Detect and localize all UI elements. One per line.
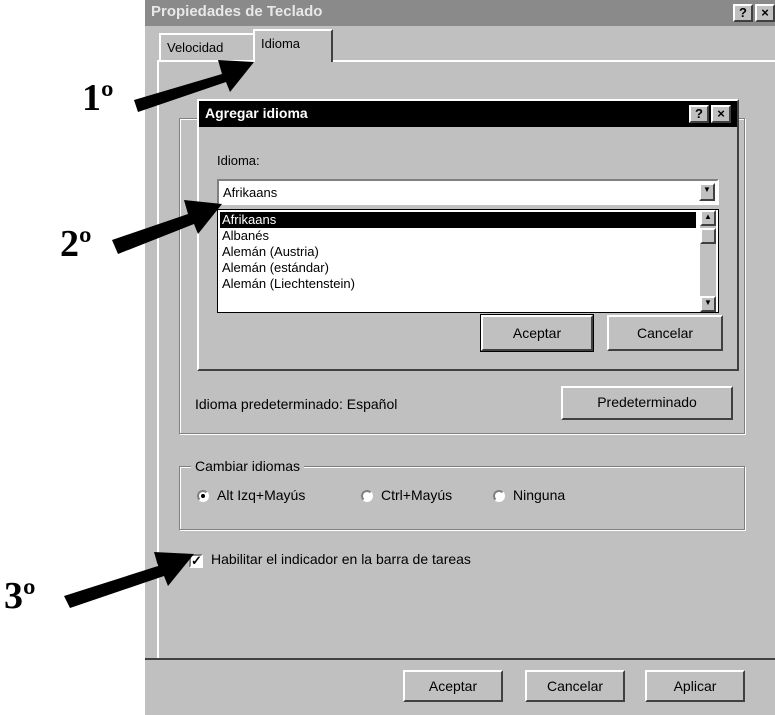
add-language-dialog: Agregar idioma ? × Idioma: Afrikaans ▼ A… <box>197 99 739 371</box>
dialog-accept-label: Aceptar <box>512 325 562 341</box>
language-combo[interactable]: Afrikaans ▼ <box>217 179 719 205</box>
radio-ctrl-shift[interactable] <box>361 490 373 502</box>
dialog-cancel-button[interactable]: Cancelar <box>607 315 723 351</box>
list-item[interactable]: Alemán (Liechtenstein) <box>220 276 696 292</box>
tab-idioma-label: Idioma <box>261 36 301 51</box>
close-button[interactable]: × <box>755 4 775 22</box>
footer-apply-button[interactable]: Aplicar <box>645 670 745 702</box>
set-default-button-label: Predeterminado <box>597 394 697 410</box>
step-3-arrow-icon <box>64 552 194 608</box>
list-item[interactable]: Alemán (Austria) <box>220 244 696 260</box>
set-default-button[interactable]: Predeterminado <box>561 386 733 420</box>
step-1-label: 1º <box>82 77 114 119</box>
default-language-text: Idioma predeterminado: Español <box>195 396 398 412</box>
radio-alt-shift[interactable] <box>197 490 209 502</box>
footer-separator <box>145 658 775 660</box>
step-1-arrow-icon <box>134 60 254 112</box>
dialog-close-button[interactable]: × <box>711 105 731 123</box>
dialog-titlebar[interactable]: Agregar idioma ? × <box>199 101 737 127</box>
radio-none-label: Ninguna <box>513 487 566 503</box>
radio-ctrl-shift-label: Ctrl+Mayús <box>381 487 453 503</box>
scroll-down-icon[interactable]: ▼ <box>700 296 716 312</box>
list-item[interactable]: Alemán (estándar) <box>220 260 696 276</box>
dialog-cancel-label: Cancelar <box>636 325 694 341</box>
dialog-accept-button[interactable]: Aceptar <box>480 314 594 352</box>
list-item[interactable]: Albanés <box>220 228 696 244</box>
language-dropdown-list[interactable]: Afrikaans Albanés Alemán (Austria) Alemá… <box>217 209 719 313</box>
dialog-help-button[interactable]: ? <box>689 105 709 123</box>
list-scrollbar[interactable]: ▲ ▼ <box>700 210 716 312</box>
step-2-arrow-icon <box>112 200 222 254</box>
switch-group-label: Cambiar idiomas <box>191 458 305 474</box>
window-title: Propiedades de Teclado <box>151 3 323 20</box>
chevron-down-icon[interactable]: ▼ <box>699 183 715 201</box>
taskbar-indicator-label: Habilitar el indicador en la barra de ta… <box>211 551 471 567</box>
scroll-up-icon[interactable]: ▲ <box>700 210 716 226</box>
language-combo-value: Afrikaans <box>223 185 278 200</box>
footer-apply-label: Aplicar <box>673 678 717 694</box>
footer-cancel-label: Cancelar <box>546 678 604 694</box>
help-button[interactable]: ? <box>733 4 753 22</box>
radio-none[interactable] <box>493 490 505 502</box>
tab-idioma[interactable]: Idioma <box>253 29 333 62</box>
step-3-label: 3º <box>4 575 36 617</box>
footer-cancel-button[interactable]: Cancelar <box>525 670 625 702</box>
scroll-thumb[interactable] <box>700 228 716 244</box>
window-titlebar[interactable]: Propiedades de Teclado ? × <box>145 0 775 26</box>
footer-accept-label: Aceptar <box>428 678 478 694</box>
step-2-label: 2º <box>60 223 92 265</box>
footer-accept-button[interactable]: Aceptar <box>403 670 503 702</box>
language-field-label: Idioma: <box>217 153 260 168</box>
radio-alt-shift-label: Alt Izq+Mayús <box>217 487 306 503</box>
list-item[interactable]: Afrikaans <box>220 212 696 228</box>
